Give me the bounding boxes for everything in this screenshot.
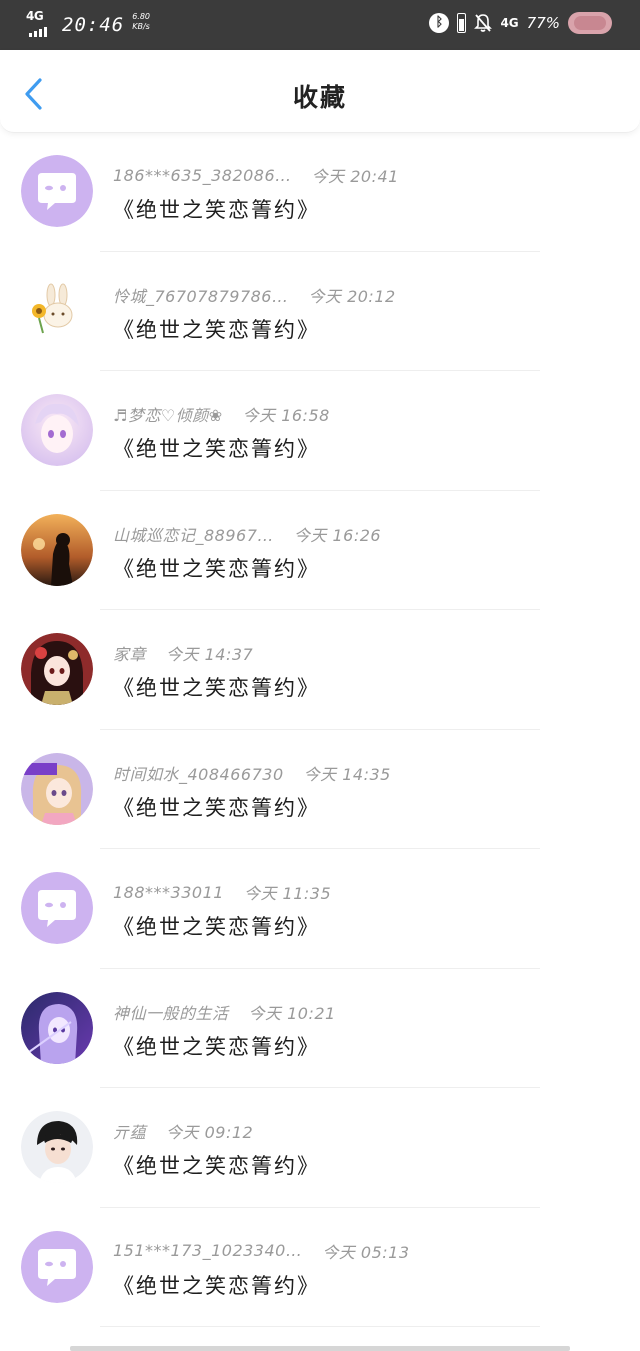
- status-bar: 4G 20:46 6.80 KB/s ᛒ 4G 77%: [0, 0, 640, 50]
- book-title: 《绝世之笑恋箐约》: [113, 437, 320, 461]
- favorites-list: 186***635_382086… 今天 20:41 《绝世之笑恋箐约》 怜城_…: [0, 132, 640, 1327]
- device-battery-icon: [457, 13, 467, 33]
- book-title: 《绝世之笑恋箐约》: [113, 1034, 320, 1059]
- avatar[interactable]: [21, 1230, 93, 1303]
- list-item[interactable]: 家章 今天 14:37 《绝世之笑恋箐约》: [0, 610, 640, 730]
- user-name: 亓蕴: [113, 1123, 147, 1142]
- item-meta: 家章 今天 14:37: [113, 641, 253, 665]
- network-type: 4G: [26, 9, 44, 23]
- list-item[interactable]: 神仙一般的生活 今天 10:21 《绝世之笑恋箐约》: [0, 969, 640, 1088]
- book-title: 《绝世之笑恋箐约》: [113, 556, 320, 581]
- network-speed-value: 6.80: [132, 12, 151, 21]
- timestamp: 今天 14:37: [166, 645, 254, 664]
- book-title: 《绝世之笑恋箐约》: [113, 1154, 320, 1178]
- bluetooth-icon: ᛒ: [429, 13, 450, 33]
- list-item[interactable]: 186***635_382086… 今天 20:41 《绝世之笑恋箐约》: [0, 132, 640, 252]
- avatar[interactable]: [21, 513, 93, 586]
- page-title: 收藏: [292, 83, 347, 112]
- avatar[interactable]: [21, 274, 93, 347]
- divider: [100, 1326, 540, 1327]
- network-type-right: 4G: [500, 16, 519, 30]
- network-speed-unit: KB/s: [132, 22, 150, 31]
- list-item[interactable]: 151***173_1023340… 今天 05:13 《绝世之笑恋箐约》: [0, 1208, 640, 1327]
- network-speed: 6.80 KB/s: [132, 12, 150, 32]
- book-title: 《绝世之笑恋箐约》: [113, 676, 320, 700]
- book-title: 《绝世之笑恋箐约》: [113, 1273, 320, 1298]
- user-name: 151***173_1023340…: [113, 1241, 303, 1260]
- user-name: 山城巡恋记_88967…: [113, 525, 274, 545]
- user-name: 怜城_76707879786…: [113, 286, 289, 306]
- avatar[interactable]: [21, 872, 93, 944]
- timestamp: 今天 11:35: [243, 884, 332, 903]
- timestamp: 今天 10:21: [248, 1003, 336, 1023]
- user-name: 家章: [113, 645, 147, 664]
- list-item[interactable]: 怜城_76707879786… 今天 20:12 《绝世之笑恋箐约》: [0, 252, 640, 371]
- signal-icon: 4G: [26, 9, 52, 37]
- list-item[interactable]: ♬梦恋♡倾颜❀ 今天 16:58 《绝世之笑恋箐约》: [0, 371, 640, 491]
- user-name: ♬梦恋♡倾颜❀: [113, 406, 223, 425]
- avatar[interactable]: [21, 1111, 93, 1183]
- list-item[interactable]: 时间如水_408466730 今天 14:35 《绝世之笑恋箐约》: [0, 730, 640, 849]
- book-title: 《绝世之笑恋箐约》: [113, 317, 320, 342]
- avatar[interactable]: [21, 991, 93, 1064]
- status-left: 4G 20:46 6.80 KB/s: [26, 9, 150, 41]
- timestamp: 今天 20:41: [311, 167, 399, 186]
- list-item[interactable]: 188***33011 今天 11:35 《绝世之笑恋箐约》: [0, 849, 640, 969]
- user-name: 神仙一般的生活: [113, 1003, 229, 1023]
- timestamp: 今天 16:58: [242, 406, 330, 425]
- book-title: 《绝世之笑恋箐约》: [113, 795, 320, 820]
- bottom-peek-bar: [70, 1346, 570, 1351]
- timestamp: 今天 16:26: [293, 525, 382, 545]
- status-time: 20:46: [62, 14, 125, 36]
- timestamp: 今天 20:12: [308, 286, 396, 306]
- avatar[interactable]: [21, 155, 93, 227]
- item-meta: 188***33011 今天 11:35: [113, 880, 331, 904]
- timestamp: 今天 14:35: [303, 764, 391, 784]
- mute-bell-icon: [474, 14, 493, 32]
- list-item[interactable]: 亓蕴 今天 09:12 《绝世之笑恋箐约》: [0, 1088, 640, 1208]
- avatar[interactable]: [21, 394, 93, 466]
- user-name: 188***33011: [113, 882, 224, 902]
- battery-icon: [568, 12, 612, 34]
- timestamp: 今天 09:12: [166, 1123, 254, 1142]
- item-meta: 151***173_1023340… 今天 05:13: [113, 1239, 410, 1263]
- user-name: 186***635_382086…: [113, 165, 292, 185]
- avatar[interactable]: [21, 752, 93, 825]
- timestamp: 今天 05:13: [322, 1242, 410, 1262]
- item-meta: 亓蕴 今天 09:12: [113, 1119, 253, 1143]
- item-meta: ♬梦恋♡倾颜❀ 今天 16:58: [113, 402, 330, 426]
- book-title: 《绝世之笑恋箐约》: [113, 915, 320, 939]
- item-meta: 山城巡恋记_88967… 今天 16:26: [113, 522, 381, 546]
- item-meta: 时间如水_408466730 今天 14:35: [113, 761, 391, 785]
- item-meta: 怜城_76707879786… 今天 20:12: [113, 283, 396, 307]
- item-meta: 186***635_382086… 今天 20:41: [113, 163, 399, 187]
- item-meta: 神仙一般的生活 今天 10:21: [113, 1000, 336, 1024]
- battery-percent: 77%: [526, 14, 560, 32]
- list-item[interactable]: 山城巡恋记_88967… 今天 16:26 《绝世之笑恋箐约》: [0, 491, 640, 610]
- avatar[interactable]: [21, 633, 93, 705]
- header: 收藏: [0, 50, 640, 133]
- book-title: 《绝世之笑恋箐约》: [113, 198, 320, 222]
- status-right: ᛒ 4G 77%: [429, 12, 612, 34]
- user-name: 时间如水_408466730: [113, 764, 284, 784]
